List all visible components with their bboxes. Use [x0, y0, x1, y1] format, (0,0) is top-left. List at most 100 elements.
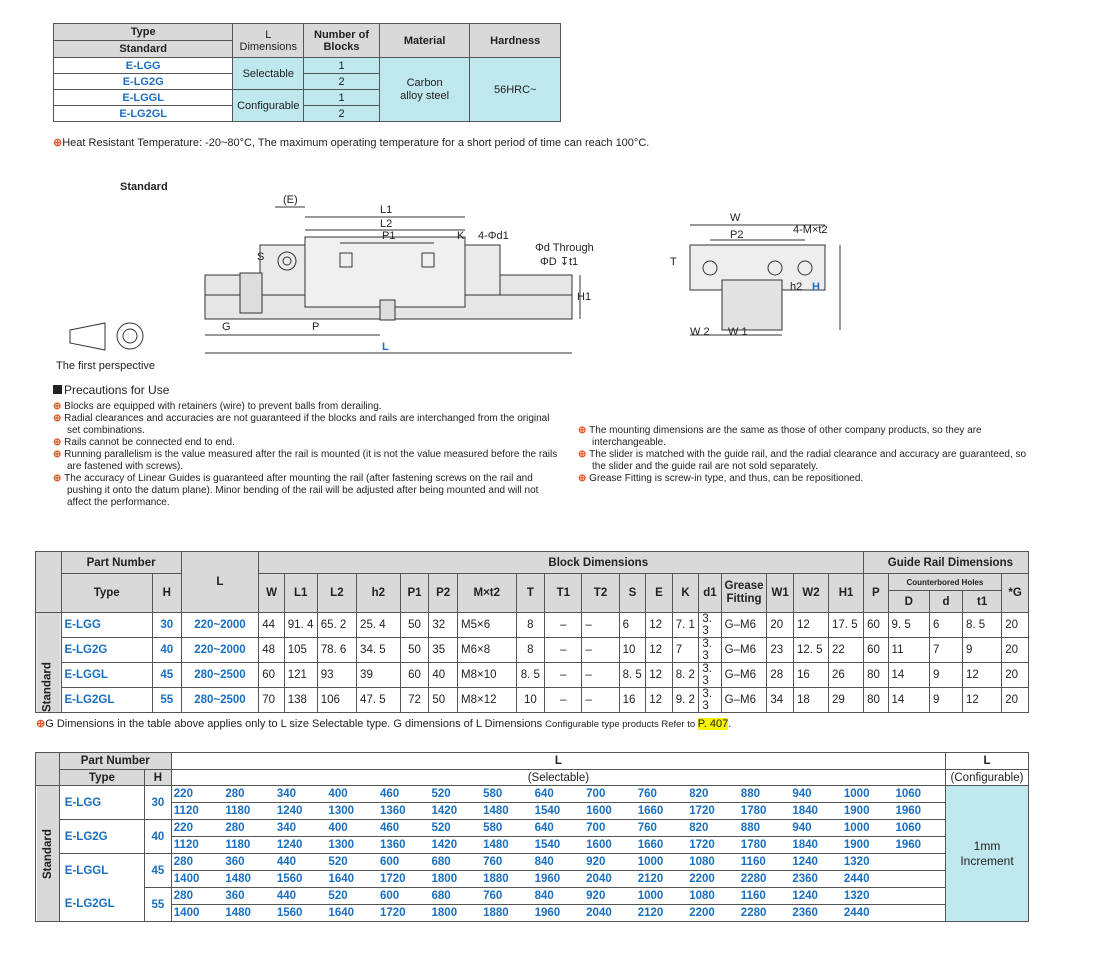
length-value: 1320 — [841, 853, 894, 871]
dim-h2: h2 — [790, 281, 802, 293]
length-value — [893, 887, 946, 905]
dim-h1: H1 — [577, 291, 591, 303]
length-value: 1880 — [481, 904, 533, 922]
length-value: 1640 — [326, 870, 378, 888]
length-value: 520 — [429, 819, 482, 837]
length-value: 1180 — [223, 802, 275, 820]
header-type: Type — [52, 23, 234, 41]
caution-icon: ⊕ — [578, 473, 590, 484]
value-cell: – — [544, 637, 583, 663]
value-cell: 32 — [428, 612, 459, 638]
value-cell: 28 — [766, 662, 794, 688]
length-value: 1360 — [377, 836, 430, 854]
length-value: 1600 — [584, 802, 636, 820]
standard-side-label: Standard — [35, 785, 60, 922]
length-value: 1080 — [687, 853, 739, 871]
precautions-title-text: Precautions for Use — [64, 383, 170, 397]
value-cell: – — [581, 687, 620, 713]
length-value: 1640 — [326, 904, 378, 922]
length-value: 520 — [429, 785, 482, 803]
blocks-cell: 1 — [303, 89, 380, 106]
caution-icon: ⊕ — [578, 449, 590, 460]
value-cell: 12 — [645, 612, 673, 638]
precaution-text: Radial clearances and accuracies are not… — [64, 413, 550, 436]
length-value: 1160 — [738, 887, 791, 905]
length-value: 640 — [532, 819, 585, 837]
length-value: 1660 — [635, 802, 688, 820]
length-value: 280 — [170, 887, 224, 905]
dim-l2: L2 — [380, 218, 392, 230]
length-value: 940 — [790, 785, 842, 803]
header-p: P — [863, 573, 889, 613]
length-value: 1800 — [429, 904, 482, 922]
header-standard: Standard — [52, 40, 234, 58]
length-value: 1960 — [893, 836, 946, 854]
length-value: 1780 — [738, 836, 791, 854]
precaution-item: ⊕ The accuracy of Linear Guides is guara… — [53, 473, 563, 509]
blocks-cell: 2 — [303, 105, 380, 122]
hardness-cell: 56HRC~ — [469, 57, 561, 122]
length-value — [893, 904, 946, 922]
h-cell: 55 — [144, 887, 172, 922]
dim-k: K — [457, 230, 465, 242]
table-row: E-LG2G 40 220~2000 48 105 78. 6 34. 5 50 35 M6×8 8… — [36, 637, 1029, 663]
header-part-number: Part Number — [58, 752, 172, 770]
length-value: 700 — [584, 785, 636, 803]
value-cell: 23 — [766, 637, 794, 663]
length-value: 680 — [429, 853, 482, 871]
length-value: 400 — [326, 785, 378, 803]
length-value: 1900 — [841, 836, 894, 854]
precaution-item: ⊕ Radial clearances and accuracies are n… — [53, 413, 563, 437]
value-cell: 18 — [792, 687, 830, 713]
table-row: E-LG2G 40 220 280 340 400 460 520 580 640 700 760 82… — [36, 819, 1029, 854]
value-cell: 16 — [792, 662, 830, 688]
header-l2: L2 — [316, 573, 358, 613]
dim-h: H — [812, 281, 820, 293]
value-cell: 29 — [828, 687, 865, 713]
length-value: 820 — [687, 785, 739, 803]
value-cell: 60 — [863, 612, 889, 638]
length-value: 840 — [532, 853, 585, 871]
table-row: Standard E-LGG 30 220~2000 44 91. 4 65. 2 25. 4… — [35, 612, 1029, 713]
value-cell: 8 — [515, 612, 546, 638]
value-cell: – — [544, 612, 583, 638]
dim-w: W — [730, 212, 741, 224]
caution-icon: ⊕ — [53, 449, 65, 460]
length-value: 1400 — [170, 870, 224, 888]
value-cell: 20 — [1001, 637, 1029, 663]
length-value: 1060 — [893, 819, 946, 837]
length-value: 1960 — [532, 904, 585, 922]
length-value: 1300 — [326, 836, 378, 854]
header-d1: d1 — [698, 573, 722, 613]
precautions-title: Precautions for Use — [53, 383, 169, 397]
type-cell: E-LG2GL — [52, 105, 234, 122]
length-value: 1480 — [481, 836, 533, 854]
dim-w1: W 1 — [728, 326, 748, 338]
value-cell: 50 — [428, 687, 459, 713]
dim-w2: W 2 — [690, 326, 710, 338]
value-cell: M8×12 — [457, 687, 517, 713]
value-cell: 44 — [258, 612, 285, 638]
header-cb-d-lower: d — [928, 590, 963, 613]
length-value: 1900 — [841, 802, 894, 820]
square-bullet-icon — [53, 385, 62, 394]
header-h: H — [144, 769, 172, 786]
l-selectable-cell: Selectable — [232, 57, 305, 90]
table-row: 1400 1480 1560 1640 1720 1800 1880 1960 2040 2120… — [36, 904, 1029, 922]
length-value: 1540 — [532, 836, 585, 854]
length-value: 2440 — [841, 870, 894, 888]
value-cell: 22 — [828, 637, 865, 663]
page-link[interactable]: P. 407 — [697, 718, 729, 730]
length-value: 680 — [429, 887, 482, 905]
type-cell: E-LGGL — [52, 89, 234, 106]
value-cell: 91. 4 — [283, 612, 318, 638]
type-cell: E-LGGL — [60, 662, 153, 688]
value-cell: 8. 5 — [961, 612, 1003, 638]
length-value: 220 — [170, 785, 224, 803]
configurable-increment-cell: 1mm Increment — [944, 785, 1030, 922]
length-value: 1720 — [377, 870, 430, 888]
length-value: 580 — [481, 819, 533, 837]
length-value: 1320 — [841, 887, 894, 905]
corner-cell — [35, 551, 62, 613]
header-type: Type — [58, 769, 146, 786]
